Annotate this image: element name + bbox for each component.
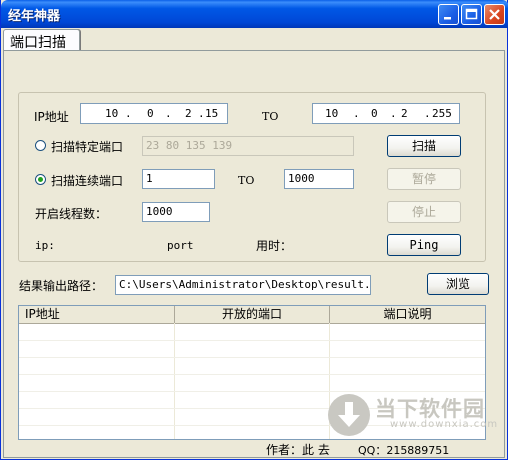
close-icon — [489, 9, 500, 20]
ip-end-field[interactable]: 10 . 0 . 2 . 255 — [312, 103, 460, 124]
port-status-label: port — [167, 239, 194, 252]
minimize-button[interactable] — [438, 4, 459, 25]
row-divider — [19, 357, 485, 358]
ip-dot: . — [165, 107, 172, 120]
row-divider — [19, 340, 485, 341]
ip-dot: . — [390, 107, 397, 120]
ip-dot: . — [353, 107, 360, 120]
ip-start-octet-2: 0 — [147, 107, 154, 120]
stop-button[interactable]: 停止 — [387, 201, 461, 223]
threads-input[interactable]: 1000 — [142, 202, 210, 222]
continuous-ports-radio[interactable] — [35, 174, 46, 185]
continuous-ports-label: 扫描连续端口 — [51, 174, 124, 188]
ip-to-label: TO — [262, 110, 279, 123]
column-header-port-desc[interactable]: 端口说明 — [330, 306, 485, 323]
pause-button[interactable]: 暂停 — [387, 168, 461, 190]
maximize-icon — [465, 8, 478, 20]
specific-ports-label: 扫描特定端口 — [51, 140, 124, 154]
output-path-label: 结果输出路径： — [19, 279, 104, 293]
threads-label: 开启线程数： — [35, 207, 108, 221]
column-header-ip[interactable]: IP地址 — [19, 306, 175, 323]
ip-dot: . — [125, 107, 132, 120]
ip-end-octet-2: 0 — [371, 107, 378, 120]
ip-end-octet-1: 10 — [325, 107, 339, 120]
port-to-input[interactable]: 1000 — [284, 169, 354, 189]
minimize-icon — [444, 17, 451, 20]
specific-ports-input[interactable]: 23 80 135 139 — [142, 136, 354, 156]
output-path-input[interactable]: C:\Users\Administrator\Desktop\result.tx… — [115, 275, 371, 295]
close-button[interactable] — [484, 4, 505, 25]
ip-dot: . — [198, 107, 205, 120]
author-label: 作者：此 去 — [266, 443, 330, 457]
title-bar[interactable]: 经年神器 — [1, 0, 508, 28]
tab-port-scan-label: 端口扫描 — [10, 35, 66, 51]
maximize-button[interactable] — [461, 4, 482, 25]
row-divider — [19, 374, 485, 375]
ip-address-label: IP地址 — [34, 110, 69, 124]
download-arrow-icon — [328, 394, 370, 436]
results-table-header: IP地址 开放的端口 端口说明 — [19, 306, 485, 324]
ip-end-octet-4: 255 — [432, 107, 452, 120]
ip-status-label: ip: — [35, 239, 55, 252]
ip-dot: . — [424, 107, 431, 120]
column-header-open-port[interactable]: 开放的端口 — [175, 306, 330, 323]
ip-start-octet-4: 15 — [205, 107, 219, 120]
qq-label: QQ：215889751 — [358, 444, 450, 457]
elapsed-time-label: 用时： — [256, 239, 293, 253]
watermark-url: www.downxia.com — [390, 419, 499, 430]
port-to-label: TO — [238, 174, 255, 187]
ip-end-octet-3: 2 — [401, 107, 408, 120]
watermark: 当下软件园 www.downxia.com — [328, 389, 497, 441]
port-from-input[interactable]: 1 — [142, 169, 215, 189]
tab-port-scan[interactable]: 端口扫描 — [3, 29, 80, 51]
ip-start-octet-1: 10 — [105, 107, 119, 120]
ip-start-octet-3: 2 — [185, 107, 192, 120]
app-window: 经年神器 端口扫描 IP地址 10 . 0 . 2 . 15 TO 10 . 0… — [0, 0, 508, 460]
specific-ports-radio[interactable] — [35, 140, 46, 151]
ping-button[interactable]: Ping — [387, 234, 461, 256]
scan-button[interactable]: 扫描 — [387, 135, 461, 157]
window-title: 经年神器 — [8, 9, 61, 24]
ip-start-field[interactable]: 10 . 0 . 2 . 15 — [80, 103, 228, 124]
browse-button[interactable]: 浏览 — [427, 273, 489, 295]
